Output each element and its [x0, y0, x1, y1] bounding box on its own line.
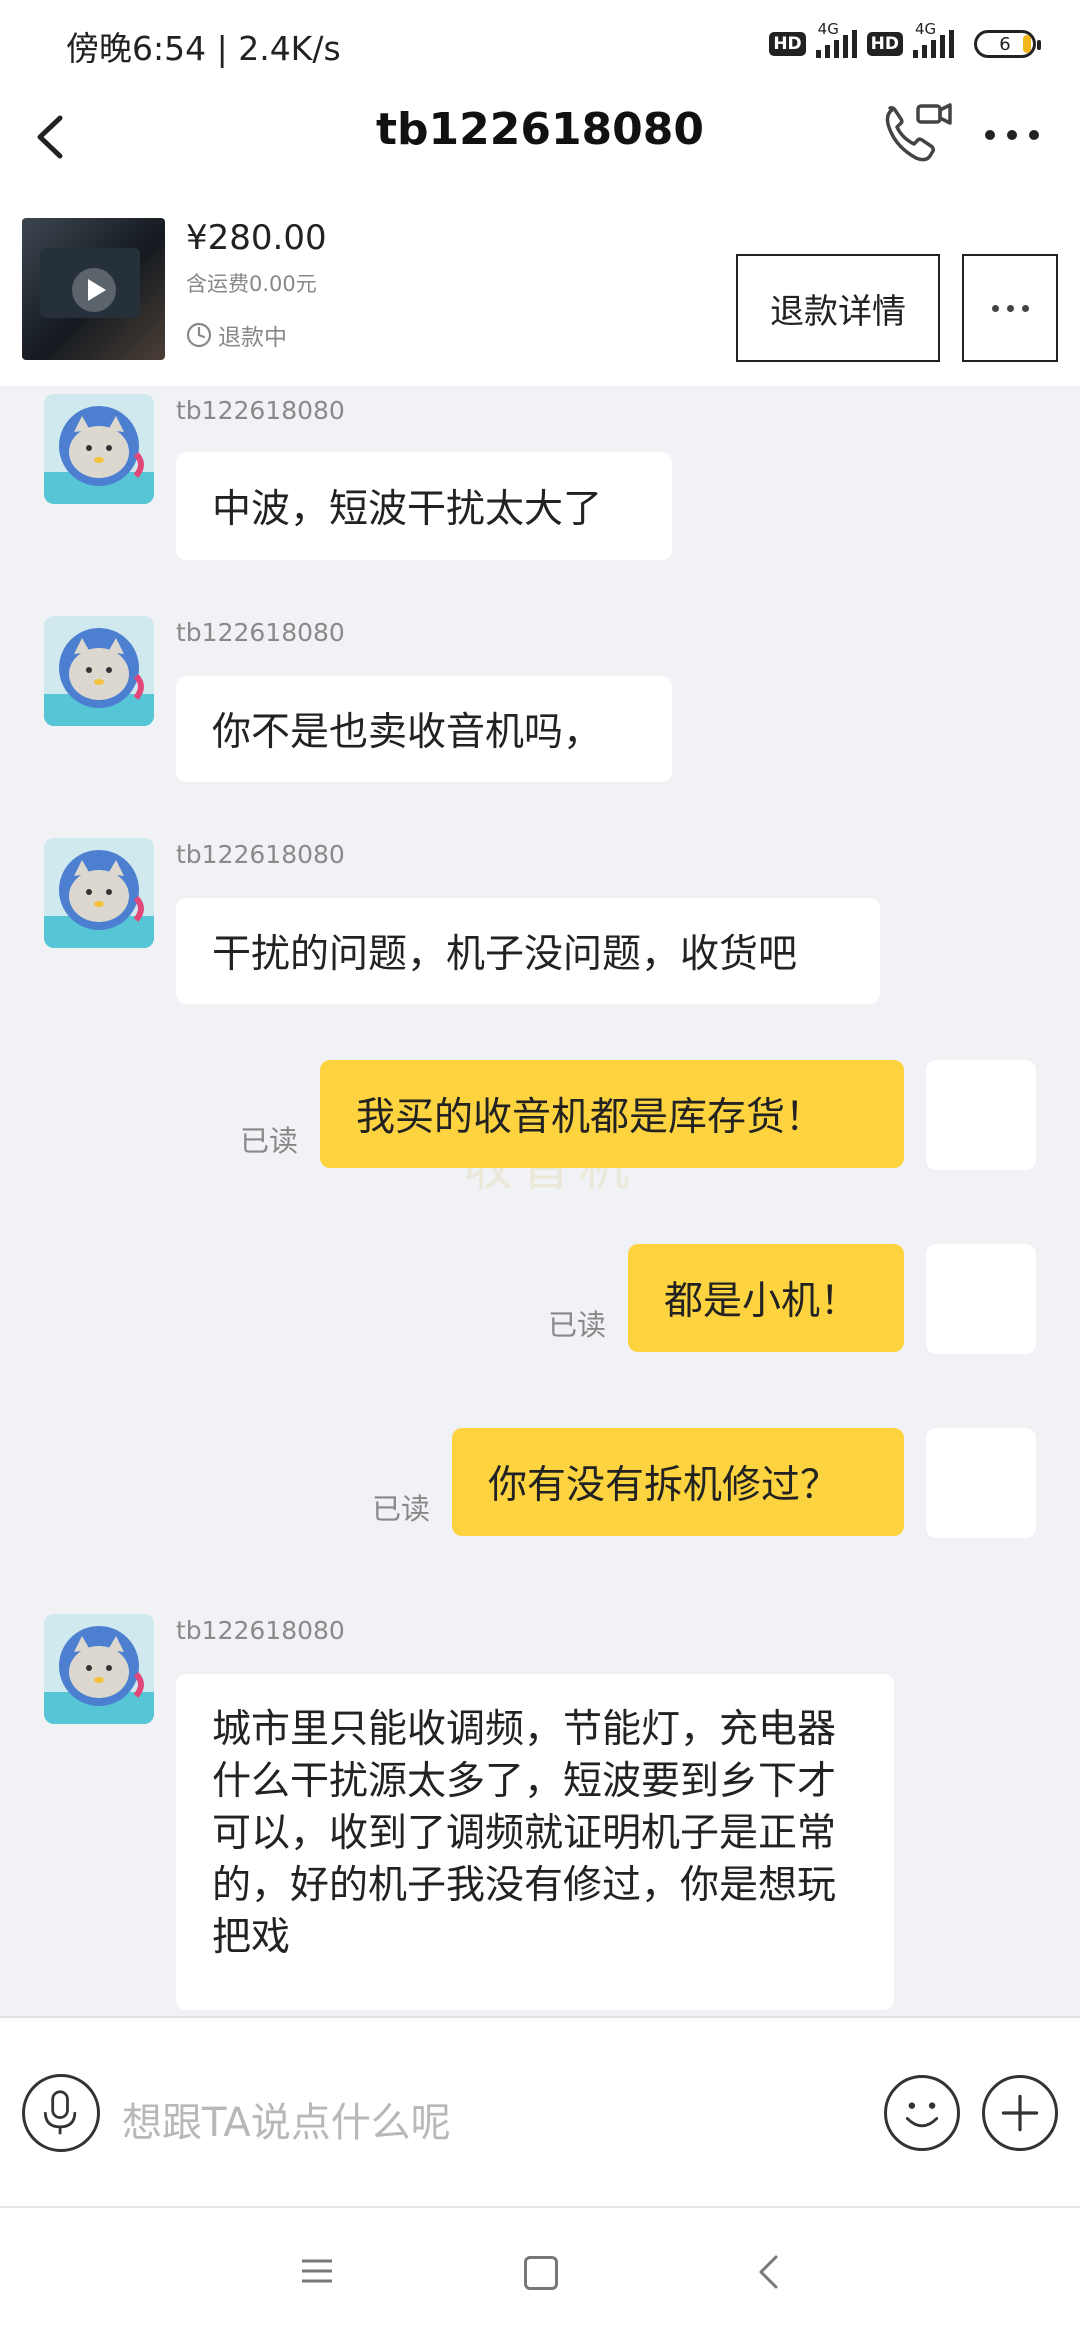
microphone-icon[interactable]: [22, 2074, 100, 2152]
my-avatar[interactable]: [926, 1428, 1036, 1538]
signal-icon-2: 4G: [913, 20, 954, 58]
sender-name: tb122618080: [176, 840, 345, 869]
sender-name: tb122618080: [176, 396, 345, 425]
my-avatar[interactable]: [926, 1244, 1036, 1354]
status-icons: HD 4G HD 4G 6: [769, 20, 1041, 64]
refund-status: 退款中: [186, 318, 287, 352]
avatar[interactable]: [44, 838, 154, 948]
message-bubble[interactable]: 城市里只能收调频，节能灯，充电器什么干扰源太多了，短波要到乡下才可以，收到了调频…: [176, 1674, 894, 2010]
back-nav-icon[interactable]: [756, 2254, 780, 2290]
product-video-thumbnail[interactable]: [22, 218, 165, 360]
message-bubble-mine[interactable]: 我买的收音机都是库存货！: [320, 1060, 904, 1168]
read-receipt: 已读: [372, 1492, 431, 1526]
phone-video-icon[interactable]: [880, 98, 952, 170]
message-bubble[interactable]: 你不是也卖收音机吗，: [176, 676, 672, 782]
message-input[interactable]: 想跟TA说点什么呢: [122, 2090, 451, 2148]
hd-badge: HD: [769, 32, 806, 56]
avatar[interactable]: [44, 616, 154, 726]
signal-icon: 4G: [815, 20, 857, 58]
refund-details-button[interactable]: 退款详情: [736, 254, 940, 362]
avatar[interactable]: [44, 394, 154, 504]
shipping-fee: 含运费0.00元: [186, 272, 317, 296]
avatar[interactable]: [44, 1614, 154, 1724]
read-receipt: 已读: [240, 1124, 299, 1158]
status-time: 傍晚6:54 | 2.4K/s: [66, 29, 341, 68]
play-icon: [72, 268, 116, 312]
battery-icon: 6: [974, 30, 1041, 58]
more-icon[interactable]: [982, 110, 1042, 160]
sender-name: tb122618080: [176, 618, 345, 647]
my-avatar[interactable]: [926, 1060, 1036, 1170]
sender-name: tb122618080: [176, 1616, 345, 1645]
message-bubble[interactable]: 中波，短波干扰太大了: [176, 452, 672, 560]
order-more-button[interactable]: [962, 254, 1058, 362]
menu-icon[interactable]: [300, 2256, 334, 2286]
hd-badge-2: HD: [866, 32, 903, 56]
plus-icon[interactable]: [982, 2075, 1058, 2151]
refund-status-label: 退款中: [218, 325, 287, 351]
clock-icon: [186, 322, 212, 348]
message-bubble-mine[interactable]: 你有没有拆机修过？: [452, 1428, 904, 1536]
read-receipt: 已读: [548, 1308, 607, 1342]
home-icon[interactable]: [524, 2256, 558, 2290]
message-bubble-mine[interactable]: 都是小机！: [628, 1244, 904, 1352]
smile-icon[interactable]: [884, 2075, 960, 2151]
message-bubble[interactable]: 干扰的问题，机子没问题，收货吧: [176, 898, 880, 1004]
product-price: ¥280.00: [186, 218, 327, 258]
